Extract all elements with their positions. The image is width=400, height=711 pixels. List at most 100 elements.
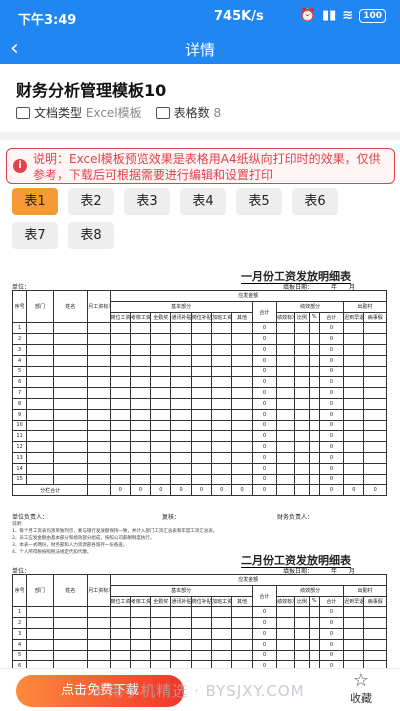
table-cell: 10	[11, 419, 28, 432]
tab-sheet-3[interactable]: 表3	[124, 188, 170, 215]
table-cell	[276, 430, 296, 443]
table-cell	[87, 606, 111, 619]
tab-sheet-5[interactable]: 表5	[236, 188, 282, 215]
table-cell	[343, 462, 365, 475]
table-cell	[363, 322, 387, 335]
table-cell	[343, 627, 365, 640]
table-cell	[87, 397, 111, 410]
table-cell	[87, 649, 111, 662]
table-cell	[363, 397, 387, 410]
table-row: 5 0 0	[11, 365, 387, 378]
table-cell: 0	[170, 484, 192, 497]
table-cell	[294, 387, 310, 399]
table-row: 3 0 0	[11, 343, 387, 356]
preview-area[interactable]: i 说明：Excel模板预览效果是表格用A4纸纵向打印时的效果，仅供参考，下载后…	[0, 140, 400, 668]
table-cell: 0	[251, 441, 278, 453]
table-cell: 0	[318, 451, 345, 464]
header-cell: 通讯补贴	[170, 595, 192, 608]
table-cell	[343, 649, 365, 662]
table-cell	[276, 606, 296, 619]
table-cell	[308, 617, 320, 629]
table-cell	[129, 649, 152, 662]
table-cell	[129, 617, 152, 629]
table-cell: 0	[251, 660, 278, 668]
note-line: 3、本表一式两份，财务部和人力资源部各留存一份备查。	[12, 543, 128, 548]
table-cell	[87, 376, 111, 389]
table-cell	[150, 322, 172, 335]
header-cell: 部门	[26, 289, 54, 324]
table-cell	[129, 606, 152, 619]
table-cell	[26, 430, 54, 443]
status-bar: 下午3:49 745K/s ⏰ ▮▮ ≋ 100	[0, 0, 400, 34]
table-cell	[150, 343, 172, 356]
table-cell	[294, 408, 310, 421]
table-cell	[150, 627, 172, 640]
table-cell	[109, 365, 131, 378]
table-cell	[294, 484, 310, 497]
table-row: 2 0 0	[11, 333, 387, 345]
table-cell	[87, 451, 111, 464]
header-cell: 出勤村	[343, 300, 387, 313]
table-cell	[294, 627, 310, 640]
table-cell	[343, 638, 365, 651]
battery-icon: 100	[359, 8, 386, 23]
table-cell	[87, 638, 111, 651]
table-cell	[294, 649, 310, 662]
tab-sheet-4[interactable]: 表4	[180, 188, 226, 215]
table-row: 7 0 0	[11, 387, 387, 399]
header-cell: 加班工资	[211, 595, 233, 608]
table-cell	[343, 354, 365, 367]
table-cell	[343, 430, 365, 443]
header-cell: %	[308, 311, 320, 324]
table-cell	[129, 354, 152, 367]
table-cell	[343, 397, 365, 410]
tab-sheet-6[interactable]: 表6	[292, 188, 338, 215]
tab-sheet-1[interactable]: 表1	[12, 188, 58, 215]
table-cell: 0	[251, 376, 278, 389]
table-cell: 0	[251, 387, 278, 399]
note-line: 2、员工应发金额由基本部分和绩效部分组成，按照公司薪酬制度执行。	[12, 536, 155, 541]
table-cell	[87, 484, 111, 497]
table-cell	[150, 441, 172, 453]
header-row: 序号部门姓名月工资标准应发金额	[11, 573, 388, 608]
table-cell	[343, 322, 365, 335]
table-row: 1 0 0	[11, 322, 387, 335]
table-cell	[52, 617, 89, 629]
table-row: 9 0 0	[11, 408, 387, 421]
table-cell	[190, 660, 213, 668]
table-cell: 0	[318, 484, 345, 497]
table-cell	[308, 430, 320, 443]
table-cell	[211, 606, 233, 619]
table-cell	[276, 376, 296, 389]
table-cell	[170, 333, 192, 345]
table-cell	[211, 354, 233, 367]
favorite-button[interactable]: ☆ 收藏	[350, 672, 372, 706]
table-cell	[276, 408, 296, 421]
table-cell: 0	[251, 462, 278, 475]
table-cell: 0	[251, 638, 278, 651]
table-cell: 0	[251, 408, 278, 421]
table-cell	[294, 333, 310, 345]
table-cell: 0	[251, 419, 278, 432]
table-cell	[308, 660, 320, 668]
table-cell	[26, 397, 54, 410]
table-row: 6 0 0	[11, 660, 387, 668]
table-cell	[231, 617, 253, 629]
table-cell: 5	[11, 365, 28, 378]
salary-table: 序号部门姓名月工资标准应发金额基本部分合计绩效部分出勤村岗位工资考核工资全勤奖通…	[11, 289, 388, 497]
table-row: 1 0 0	[11, 606, 387, 619]
table-cell	[211, 322, 233, 335]
table-cell	[170, 397, 192, 410]
header-cell: 合计	[318, 311, 345, 324]
table-cell	[211, 333, 233, 345]
tab-sheet-8[interactable]: 表8	[68, 222, 114, 249]
tab-sheet-7[interactable]: 表7	[12, 222, 58, 249]
table-cell: 0	[150, 484, 172, 497]
header-cell: 考核工资	[129, 595, 152, 608]
tab-sheet-2[interactable]: 表2	[68, 188, 114, 215]
table-cell	[109, 441, 131, 453]
table-cell	[109, 638, 131, 651]
table-cell	[308, 638, 320, 651]
header-cell: 应发金额	[109, 574, 388, 586]
table-cell	[52, 365, 89, 378]
